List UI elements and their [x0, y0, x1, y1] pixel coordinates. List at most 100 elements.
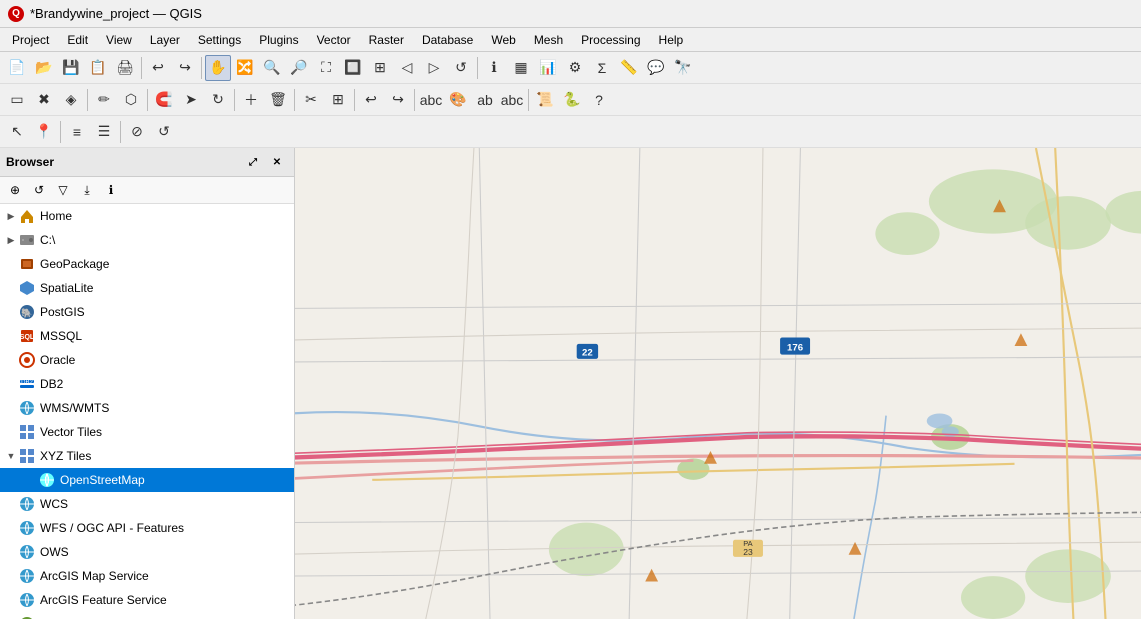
- toolbar-separator: [120, 121, 121, 143]
- toolbar-selection: ↖📍 ≡☰ ⊘↺: [0, 116, 1141, 148]
- annotation-button[interactable]: 💬: [643, 55, 669, 81]
- map-area[interactable]: 176 176 PATP 113 PA 312 PA 23 PA 100 22: [295, 148, 1141, 619]
- label3-button[interactable]: abc: [499, 87, 525, 113]
- browser-resize-btn[interactable]: ⤢: [242, 151, 264, 173]
- digitize-button[interactable]: ✏: [91, 87, 117, 113]
- rotate-button[interactable]: ↻: [205, 87, 231, 113]
- script-button[interactable]: 📜: [532, 87, 558, 113]
- select-rect-button[interactable]: ▭: [4, 87, 30, 113]
- deselect-button[interactable]: ✖: [31, 87, 57, 113]
- menu-item-web[interactable]: Web: [483, 31, 523, 49]
- menu-item-vector[interactable]: Vector: [309, 31, 359, 49]
- browser-tree-item-ows[interactable]: OWS: [0, 540, 294, 564]
- browser-tree-item-wcs[interactable]: WCS: [0, 492, 294, 516]
- menu-item-plugins[interactable]: Plugins: [251, 31, 306, 49]
- save-as-button[interactable]: 📋: [85, 55, 111, 81]
- new-project-button[interactable]: 📄: [4, 55, 30, 81]
- collapse-button[interactable]: ⤓: [76, 179, 98, 201]
- split-button[interactable]: ✂: [298, 87, 324, 113]
- browser-tree-item-home[interactable]: ▶Home: [0, 204, 294, 228]
- sum-button[interactable]: Σ: [589, 55, 615, 81]
- redo2-button[interactable]: ↪: [385, 87, 411, 113]
- attribute-table-button[interactable]: ▦: [508, 55, 534, 81]
- browser-tree-item-vector-tiles[interactable]: Vector Tiles: [0, 420, 294, 444]
- location-button[interactable]: 📍: [31, 119, 57, 145]
- browser-panel-header: Browser ⤢ ✕: [0, 148, 294, 177]
- refresh-browser-button[interactable]: ↺: [28, 179, 50, 201]
- add-feature-button[interactable]: ＋: [238, 87, 264, 113]
- delete-feature-button[interactable]: 🗑: [265, 87, 291, 113]
- browser-tree-item-db2[interactable]: DB2DB2: [0, 372, 294, 396]
- zoom-full-button[interactable]: ⛶: [313, 55, 339, 81]
- browser-tree-item-wfs-ogc[interactable]: WFS / OGC API - Features: [0, 516, 294, 540]
- pan-map-button[interactable]: 🔀: [232, 55, 258, 81]
- menu-item-view[interactable]: View: [98, 31, 140, 49]
- undo2-button[interactable]: ↩: [358, 87, 384, 113]
- zoom-last-button[interactable]: ◁: [394, 55, 420, 81]
- menu-item-settings[interactable]: Settings: [190, 31, 249, 49]
- move-feature-button[interactable]: ➤: [178, 87, 204, 113]
- layer-order-button[interactable]: ≡: [64, 119, 90, 145]
- filter-layer-button[interactable]: ⊘: [124, 119, 150, 145]
- add-resource-button[interactable]: ⊕: [4, 179, 26, 201]
- refresh-button[interactable]: ↺: [448, 55, 474, 81]
- zoom-in-button[interactable]: 🔍: [259, 55, 285, 81]
- stat-button[interactable]: 📊: [535, 55, 561, 81]
- color-tool-button[interactable]: 🎨: [445, 87, 471, 113]
- menu-item-project[interactable]: Project: [4, 31, 57, 49]
- main-layout: Browser ⤢ ✕ ⊕↺▽⤓ℹ ▶Home▶C:\GeoPackageSpa…: [0, 148, 1141, 619]
- browser-tree-item-wms-wmts[interactable]: WMS/WMTS: [0, 396, 294, 420]
- menu-item-layer[interactable]: Layer: [142, 31, 188, 49]
- label-tool-button[interactable]: abc: [418, 87, 444, 113]
- menu-item-help[interactable]: Help: [651, 31, 692, 49]
- select-tool-button[interactable]: ↖: [4, 119, 30, 145]
- save-project-button[interactable]: 💾: [58, 55, 84, 81]
- browser-tree-item-mssql[interactable]: SQLMSSQL: [0, 324, 294, 348]
- tree-item-label: DB2: [40, 377, 63, 391]
- browser-tree-item-c-drive[interactable]: ▶C:\: [0, 228, 294, 252]
- zoom-next-button[interactable]: ▷: [421, 55, 447, 81]
- browser-tree[interactable]: ▶Home▶C:\GeoPackageSpatiaLite🐘PostGISSQL…: [0, 204, 294, 619]
- toolbar-separator: [528, 89, 529, 111]
- redo-button[interactable]: ↪: [172, 55, 198, 81]
- merge-button[interactable]: ⊞: [325, 87, 351, 113]
- browser-tree-item-xyz-tiles[interactable]: ▼XYZ Tiles: [0, 444, 294, 468]
- browser-tree-item-arcgis-feature[interactable]: ArcGIS Feature Service: [0, 588, 294, 612]
- browser-tree-item-oracle[interactable]: Oracle: [0, 348, 294, 372]
- menu-item-database[interactable]: Database: [414, 31, 481, 49]
- menu-item-processing[interactable]: Processing: [573, 31, 648, 49]
- node-tool-button[interactable]: ⬡: [118, 87, 144, 113]
- ruler-button[interactable]: 📏: [616, 55, 642, 81]
- tree-item-label: XYZ Tiles: [40, 449, 91, 463]
- browser-tree-item-postgis[interactable]: 🐘PostGIS: [0, 300, 294, 324]
- zoom-factor-button[interactable]: 🔭: [670, 55, 696, 81]
- settings2-button[interactable]: ⚙: [562, 55, 588, 81]
- browser-tree-item-spatialite[interactable]: SpatiaLite: [0, 276, 294, 300]
- pan-button[interactable]: ✋: [205, 55, 231, 81]
- browser-tree-item-openstreetmap[interactable]: OpenStreetMap: [0, 468, 294, 492]
- print-button[interactable]: 🖨: [112, 55, 138, 81]
- help2-button[interactable]: ?: [586, 87, 612, 113]
- zoom-layer-button[interactable]: ⊞: [367, 55, 393, 81]
- menu-item-mesh[interactable]: Mesh: [526, 31, 571, 49]
- open-project-button[interactable]: 📂: [31, 55, 57, 81]
- zoom-selection-button[interactable]: 🔲: [340, 55, 366, 81]
- filter-browser-button[interactable]: ▽: [52, 179, 74, 201]
- browser-tree-item-geonode[interactable]: GeoNode: [0, 612, 294, 619]
- menu-item-edit[interactable]: Edit: [59, 31, 96, 49]
- identify-button[interactable]: ℹ: [481, 55, 507, 81]
- info-button[interactable]: ℹ: [100, 179, 122, 201]
- snap-button[interactable]: 🧲: [151, 87, 177, 113]
- refresh2-button[interactable]: ↺: [151, 119, 177, 145]
- browser-close-btn[interactable]: ✕: [266, 151, 288, 173]
- python-button[interactable]: 🐍: [559, 87, 585, 113]
- select-layer-button[interactable]: ◈: [58, 87, 84, 113]
- layers-button[interactable]: ☰: [91, 119, 117, 145]
- zoom-out-button[interactable]: 🔎: [286, 55, 312, 81]
- browser-tree-item-arcgis-map[interactable]: ArcGIS Map Service: [0, 564, 294, 588]
- label2-button[interactable]: ab: [472, 87, 498, 113]
- undo-button[interactable]: ↩: [145, 55, 171, 81]
- browser-tree-item-geopackage[interactable]: GeoPackage: [0, 252, 294, 276]
- menu-item-raster[interactable]: Raster: [361, 31, 412, 49]
- tree-item-label: ArcGIS Feature Service: [40, 593, 167, 607]
